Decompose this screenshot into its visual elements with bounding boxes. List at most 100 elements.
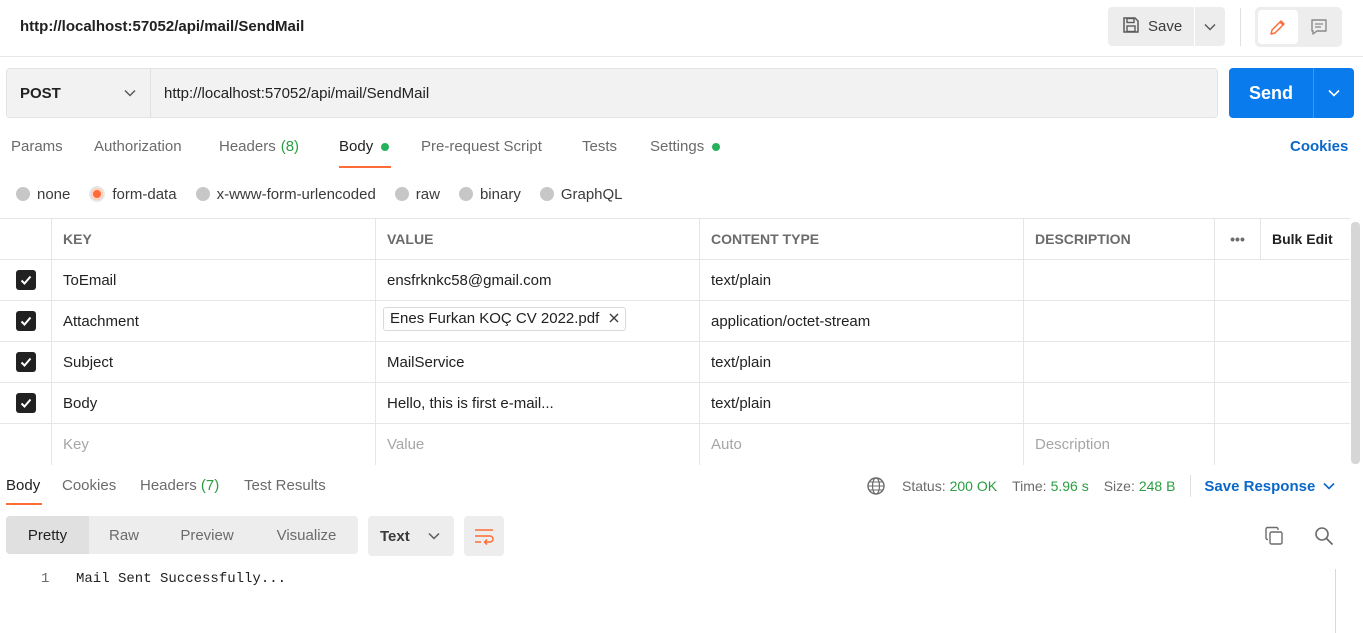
radio-x-www-form-urlencoded[interactable]: x-www-form-urlencoded (195, 186, 376, 203)
tab-body[interactable]: Body (339, 138, 390, 155)
save-response-button[interactable]: Save Response (1204, 478, 1335, 495)
description-cell[interactable] (1024, 383, 1215, 423)
row-checkbox-cell (0, 342, 52, 382)
row-checkbox[interactable] (15, 270, 36, 290)
radio-binary[interactable]: binary (458, 185, 521, 203)
search-icon[interactable] (1314, 526, 1334, 550)
format-select[interactable]: Text (368, 516, 454, 556)
file-chip[interactable]: Enes Furkan KOÇ CV 2022.pdf (383, 306, 627, 331)
response-tab-test-results[interactable]: Test Results (244, 477, 326, 494)
response-tab-body[interactable]: Body (6, 477, 40, 494)
new-key-input[interactable]: Key (52, 424, 376, 465)
content-type-cell[interactable]: text/plain (700, 342, 1024, 382)
send-button[interactable]: Send (1229, 68, 1313, 118)
description-cell[interactable] (1024, 342, 1215, 382)
description-cell[interactable] (1024, 260, 1215, 300)
save-button[interactable]: Save (1108, 7, 1194, 46)
key-cell[interactable]: ToEmail (52, 260, 376, 300)
view-raw[interactable]: Raw (89, 516, 159, 554)
radio-raw[interactable]: raw (394, 185, 440, 203)
value-cell[interactable]: Enes Furkan KOÇ CV 2022.pdf (376, 301, 700, 341)
row-checkbox[interactable] (15, 311, 36, 331)
radio-none[interactable]: none (16, 186, 70, 203)
bulk-edit-button[interactable]: Bulk Edit (1261, 219, 1350, 259)
status-value[interactable]: 200 OK (950, 478, 997, 494)
send-options-dropdown[interactable] (1313, 68, 1354, 118)
column-header-content-type: CONTENT TYPE (700, 219, 1024, 259)
tab-tests[interactable]: Tests (582, 138, 617, 155)
new-description-input[interactable]: Description (1024, 424, 1215, 465)
time-label: Time: (1012, 478, 1047, 494)
save-options-dropdown[interactable] (1194, 7, 1225, 46)
content-type-cell[interactable]: text/plain (700, 383, 1024, 423)
radio-label: raw (415, 185, 440, 203)
comment-icon (1311, 19, 1327, 35)
value-cell[interactable]: MailService (376, 342, 700, 382)
value-cell[interactable]: ensfrknkc58@gmail.com (376, 260, 700, 300)
format-label: Text (380, 527, 410, 545)
new-param-row: Key Value Auto Description (0, 424, 1350, 465)
key-cell[interactable]: Attachment (52, 301, 376, 341)
meta-divider (1190, 475, 1192, 497)
content-type-cell[interactable]: text/plain (700, 260, 1024, 300)
response-tab-cookies[interactable]: Cookies (62, 477, 116, 494)
send-button-group: Send (1229, 68, 1354, 118)
method-select[interactable]: POST (7, 69, 151, 117)
radio-circle (16, 187, 30, 201)
empty-cell (1215, 260, 1261, 300)
wrap-lines-button[interactable] (464, 516, 504, 556)
globe-icon[interactable] (866, 476, 886, 496)
view-preview[interactable]: Preview (159, 516, 255, 554)
url-input[interactable] (151, 69, 1217, 117)
tab-label: Headers (140, 477, 197, 494)
more-options-button[interactable]: ••• (1215, 219, 1261, 259)
tab-label: Body (339, 138, 374, 155)
tab-params[interactable]: Params (11, 138, 63, 155)
new-content-type-input[interactable]: Auto (700, 424, 1024, 465)
response-tab-headers[interactable]: Headers (7) (140, 477, 219, 494)
view-visualize[interactable]: Visualize (255, 516, 358, 554)
key-cell[interactable]: Subject (52, 342, 376, 382)
request-title[interactable]: http://localhost:57052/api/mail/SendMail (20, 18, 304, 35)
description-cell[interactable] (1024, 301, 1215, 341)
radio-form-data[interactable]: form-data (89, 185, 177, 203)
radio-label: none (37, 185, 71, 203)
size-value[interactable]: 248 B (1139, 478, 1176, 494)
cookies-link[interactable]: Cookies (1290, 138, 1348, 155)
active-tab-indicator (6, 503, 42, 505)
request-tabs: Params Authorization Headers (8) Body Pre… (0, 128, 760, 168)
tab-settings[interactable]: Settings (650, 138, 721, 155)
content-type-cell[interactable]: application/octet-stream (700, 301, 1024, 341)
new-value-input[interactable]: Value (376, 424, 700, 465)
close-icon[interactable] (609, 313, 619, 323)
tab-label: Authorization (94, 138, 182, 155)
key-cell[interactable]: Body (52, 383, 376, 423)
empty-cell (1261, 342, 1350, 382)
copy-icon[interactable] (1263, 525, 1285, 551)
column-header-description: DESCRIPTION (1024, 219, 1215, 259)
table-row: Subject MailService text/plain (0, 342, 1350, 383)
editor-scrollbar[interactable] (1335, 569, 1336, 633)
row-checkbox[interactable] (15, 352, 36, 372)
edit-mode-button[interactable] (1258, 10, 1298, 44)
tab-pre-request-script[interactable]: Pre-request Script (421, 138, 542, 155)
tab-authorization[interactable]: Authorization (94, 138, 182, 155)
tab-headers[interactable]: Headers (8) (219, 138, 299, 155)
empty-cell (1261, 301, 1350, 341)
table-row: Body Hello, this is first e-mail... text… (0, 383, 1350, 424)
comments-button[interactable] (1300, 10, 1340, 44)
row-checkbox-cell (0, 383, 52, 423)
table-scrollbar[interactable] (1351, 222, 1360, 464)
header-divider (1240, 8, 1241, 46)
radio-label: binary (479, 185, 521, 203)
time-value[interactable]: 5.96 s (1051, 478, 1089, 494)
form-data-table: KEY VALUE CONTENT TYPE DESCRIPTION ••• B… (0, 218, 1350, 465)
value-cell[interactable]: Hello, this is first e-mail... (376, 383, 700, 423)
radio-graphql[interactable]: GraphQL (539, 186, 623, 203)
chevron-down-icon (124, 89, 136, 97)
status-label: Status: (902, 478, 946, 494)
row-checkbox[interactable] (15, 393, 36, 413)
radio-circle (195, 187, 210, 201)
view-pretty[interactable]: Pretty (6, 516, 89, 554)
radio-label: form-data (112, 185, 177, 203)
